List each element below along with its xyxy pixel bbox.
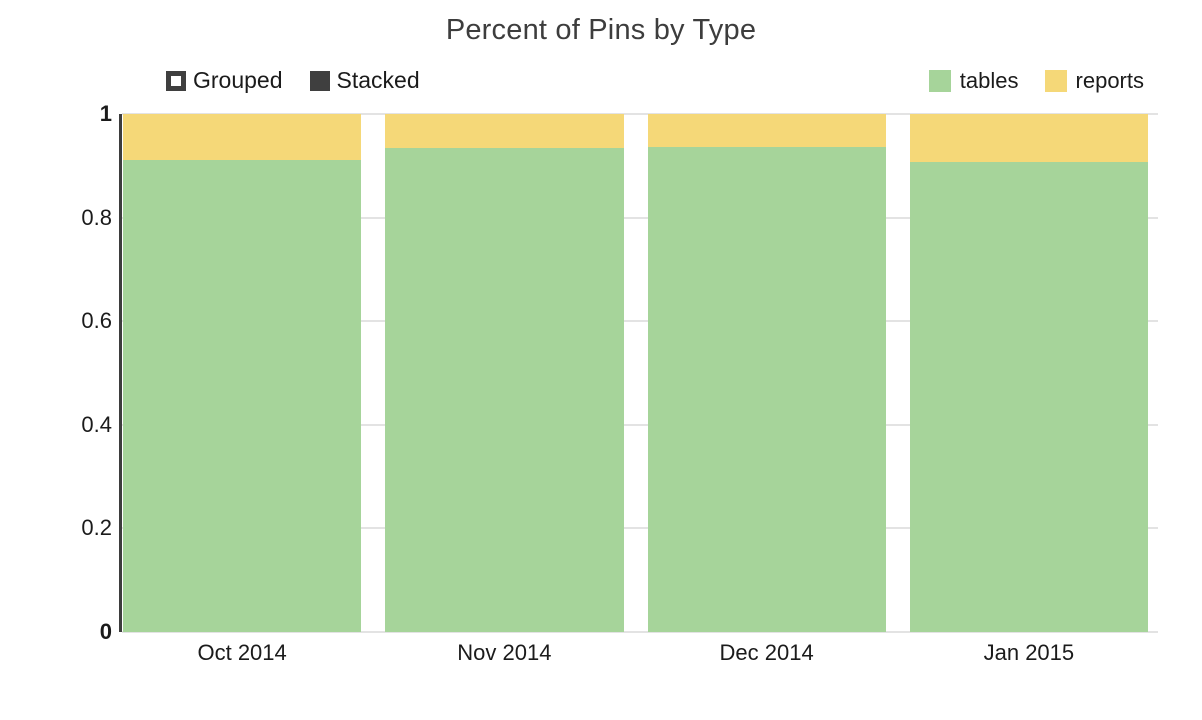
y-tick-label: 0.6 xyxy=(81,308,112,334)
mode-option-stacked[interactable]: Stacked xyxy=(309,67,420,93)
bar-segment-tables[interactable] xyxy=(385,148,624,632)
mode-option-grouped-label: Grouped xyxy=(193,67,283,93)
x-tick-label: Oct 2014 xyxy=(197,640,287,665)
bar-segment-tables[interactable] xyxy=(647,147,886,632)
chart-container: Percent of Pins by Type Grouped Stacked … xyxy=(0,0,1202,720)
bar-group[interactable] xyxy=(647,114,886,632)
chart-title: Percent of Pins by Type xyxy=(445,14,757,46)
legend-label-reports: reports xyxy=(1075,68,1144,93)
y-tick-label: 0.2 xyxy=(81,515,112,541)
x-tick-label: Nov 2014 xyxy=(457,640,552,665)
chart-legend: tables reports xyxy=(928,68,1144,93)
y-tick-label: 1 xyxy=(99,101,112,126)
bar-segment-tables[interactable] xyxy=(123,160,362,632)
x-tick-label: Jan 2015 xyxy=(983,640,1075,665)
bar-segment-reports[interactable] xyxy=(123,114,362,161)
bar-segment-reports[interactable] xyxy=(385,114,624,149)
mode-option-stacked-label: Stacked xyxy=(336,67,420,93)
bar-group[interactable] xyxy=(909,114,1148,632)
bar-group[interactable] xyxy=(123,114,362,632)
plot-area xyxy=(122,113,1158,633)
unchecked-square-icon[interactable] xyxy=(166,70,186,91)
legend-entry-reports[interactable]: reports xyxy=(1044,68,1144,93)
legend-swatch-reports xyxy=(1044,70,1067,92)
mode-option-grouped[interactable]: Grouped xyxy=(166,69,283,92)
y-tick-label: 0.4 xyxy=(81,411,112,437)
display-mode-toggle[interactable]: Grouped Stacked xyxy=(166,69,420,92)
bar-segment-reports[interactable] xyxy=(647,114,886,148)
checked-square-icon[interactable] xyxy=(309,70,330,91)
legend-entry-tables[interactable]: tables xyxy=(928,68,1019,93)
x-tick-label: Dec 2014 xyxy=(719,640,814,665)
bar-segment-tables[interactable] xyxy=(909,162,1148,632)
y-tick-label: 0.8 xyxy=(81,204,112,230)
bars-layer xyxy=(122,114,1158,632)
y-tick-label: 0 xyxy=(99,619,112,644)
legend-label-tables: tables xyxy=(959,68,1019,93)
bar-segment-reports[interactable] xyxy=(909,114,1148,163)
legend-swatch-tables xyxy=(928,70,951,92)
bar-group[interactable] xyxy=(385,114,624,632)
